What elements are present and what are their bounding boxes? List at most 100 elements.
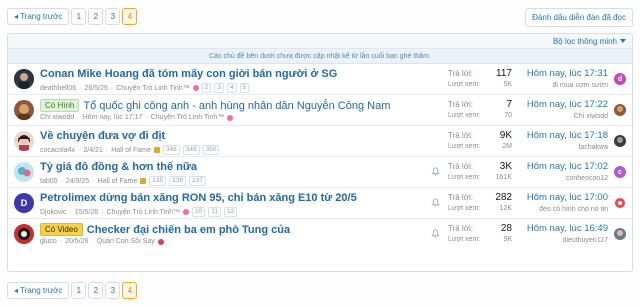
latest-poster-avatar[interactable]: d [614,73,626,85]
page-jump-12[interactable]: 12 [224,207,238,217]
thread-date[interactable]: 20/5/26 [65,238,88,245]
thread-forum[interactable]: Hall of Fame [98,178,138,185]
unread-notice: Các chủ đề bên dưới chưa được cập nhật k… [8,49,632,64]
page-1-button[interactable]: 1 [71,8,87,25]
heart-emoji-icon [183,209,190,215]
latest-poster[interactable]: đi mua cơm sườn [527,82,609,89]
latest-poster-avatar[interactable] [614,197,626,209]
page-jump-3[interactable]: 3 [214,83,225,93]
thread-date[interactable]: 15/5/26 [75,209,98,216]
mark-forum-read-button[interactable]: Đánh dấu diễn đàn đã đọc [525,8,633,27]
author-avatar[interactable] [14,162,34,182]
latest-post-time[interactable]: Hôm nay, lúc 17:31 [527,68,608,79]
thread-date[interactable]: Hôm nay, lúc 17:17 [83,114,143,121]
caret-down-icon [620,39,626,43]
heart-emoji-icon [227,114,234,121]
thread-title-link[interactable]: Về chuyện đưa vợ đi địt [40,130,165,142]
views-label: Lượt xem: [448,236,481,243]
page-jump-5[interactable]: 5 [239,83,250,93]
page-jump-10[interactable]: 10 [192,207,206,217]
thread-row: Có Video Checker đại chiến ba em phò Tun… [8,219,632,250]
replies-count: 117 [496,68,512,79]
thread-author[interactable]: cocacola4x [40,147,75,154]
thread-title-link[interactable]: Tỷ giá đô đồng & hơn thế nữa [40,161,197,173]
thread-forum[interactable]: Chuyện Trò Linh Tinh™ [151,114,225,121]
views-label: Lượt xem: [448,143,481,150]
author-avatar[interactable]: D [14,193,34,213]
author-avatar[interactable] [14,100,34,120]
page-jump-349[interactable]: 349 [182,145,200,155]
latest-poster-avatar[interactable] [614,104,626,116]
bell-icon[interactable] [431,229,440,238]
views-count: 9K [503,236,512,243]
pagination-top: ◂ Trang trước 1 2 3 4 [7,8,138,25]
thread-author[interactable]: deathhell06 [40,85,76,92]
latest-poster[interactable]: đéo có hình chó nó tin [527,206,608,213]
page-3-button[interactable]: 3 [105,282,121,299]
replies-count: 3K [499,161,512,172]
views-label: Lượt xem: [448,112,481,119]
page-2-button[interactable]: 2 [88,8,104,25]
latest-poster[interactable]: fachakwa [527,144,608,151]
thread-forum[interactable]: Hall of Fame [111,147,151,154]
author-avatar[interactable] [14,69,34,89]
thread-author[interactable]: tab00 [40,178,58,185]
latest-poster-avatar[interactable] [614,228,626,240]
latest-poster-avatar[interactable]: c [614,166,626,178]
thread-forum[interactable]: Chuyện Trò Linh Tinh™ [116,85,190,92]
thread-title-link[interactable]: Checker đại chiến ba em phò Tung của [87,224,290,236]
thread-title-link[interactable]: Conan Mike Hoang đã tóm mấy con giời bán… [40,68,337,80]
smart-filter-button[interactable]: Bộ lọc thông minh [553,37,626,46]
page-jump-136[interactable]: 136 [169,176,186,186]
author-avatar[interactable] [14,224,34,244]
page-jump-135[interactable]: 135 [149,176,167,186]
prefix-badge[interactable]: Có Video [40,223,83,236]
page-3-button[interactable]: 3 [105,8,121,25]
latest-post-time[interactable]: Hôm nay, lúc 17:00 [527,192,608,203]
thread-title-link[interactable]: Petrolimex dừng bán xăng RON 95, chỉ bán… [40,192,357,204]
heart-emoji-icon [192,85,199,91]
bell-icon[interactable] [431,198,440,207]
pagination-bottom: ◂ Trang trước 1 2 3 4 [7,282,138,299]
replies-count: 282 [495,192,512,203]
thread-row: Có Hình Tổ quốc ghi công anh - anh hùng … [8,95,632,126]
thread-forum[interactable]: Quán Con Sõi Say [97,238,155,245]
thread-date[interactable]: 26/5/26 [85,85,108,92]
thread-date[interactable]: 2/4/21 [83,147,102,154]
prev-page-button[interactable]: ◂ Trang trước [7,282,70,299]
prev-page-button[interactable]: ◂ Trang trước [7,8,70,25]
thread-author[interactable]: Chi xiwodd [40,114,74,121]
page-4-current[interactable]: 4 [122,8,138,25]
page-jump-11[interactable]: 11 [208,207,222,217]
page-jump-350[interactable]: 350 [202,145,220,155]
page-jump-137[interactable]: 137 [188,176,206,186]
latest-post-time[interactable]: Hôm nay, lúc 17:18 [527,130,608,141]
latest-post-time[interactable]: Hôm nay, lúc 17:02 [527,161,608,172]
thread-author[interactable]: Djokovic [40,209,66,216]
thread-forum[interactable]: Chuyện Trò Linh Tinh™ [107,209,181,216]
latest-poster[interactable]: Chi xiwodd [527,113,608,120]
prefix-badge[interactable]: Có Hình [40,99,80,112]
forum-emoji-icon [157,238,164,245]
thread-date[interactable]: 24/9/25 [66,178,89,185]
latest-post-time[interactable]: Hôm nay, lúc 17:22 [527,99,608,110]
latest-poster[interactable]: dieuthuyen117 [527,237,608,244]
page-jump-2[interactable]: 2 [201,83,212,93]
thread-row: Về chuyện đưa vợ đi địt cocacola4x · 2/4/… [8,126,632,157]
page-2-button[interactable]: 2 [88,282,104,299]
replies-count: 9K [499,130,512,141]
bell-icon[interactable] [431,167,440,176]
page-4-current[interactable]: 4 [122,282,138,299]
page-1-button[interactable]: 1 [71,282,87,299]
thread-list: Bộ lọc thông minh Các chủ đề bên dưới ch… [7,33,633,272]
latest-post-time[interactable]: Hôm nay, lúc 16:49 [527,223,608,234]
page-jump-4[interactable]: 4 [227,83,237,93]
page-jump-348[interactable]: 348 [162,145,180,155]
thread-author[interactable]: gluco [40,238,57,245]
latest-poster[interactable]: conheocon12 [527,175,608,182]
thread-title-link[interactable]: Tổ quốc ghi công anh - anh hùng nhân dân… [83,100,390,112]
latest-poster-avatar[interactable] [614,135,626,147]
replies-label: Trả lời: [448,224,473,233]
replies-label: Trả lời: [448,100,473,109]
author-avatar[interactable] [14,131,34,151]
